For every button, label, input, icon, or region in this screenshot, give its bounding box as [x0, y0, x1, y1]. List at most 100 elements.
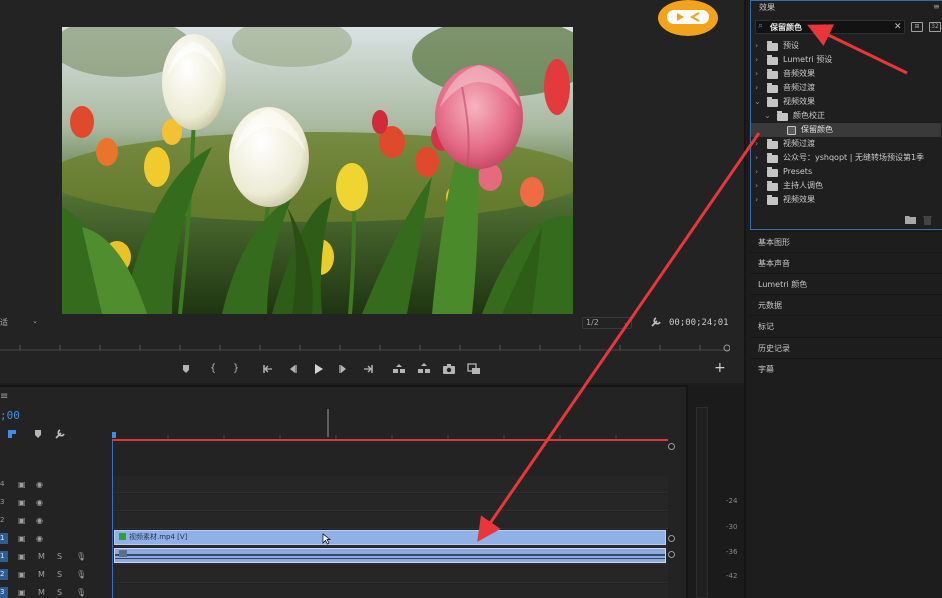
scroll-handle[interactable] [668, 551, 675, 558]
eye-icon[interactable]: ◉ [36, 515, 43, 526]
tree-item-transition-presets[interactable]: › 公众号：yshqopt | 无缝转场预设第1季 [751, 151, 941, 165]
eye-icon[interactable]: ◉ [36, 497, 43, 508]
step-back-icon[interactable] [285, 361, 301, 377]
step-forward-icon[interactable] [335, 361, 351, 377]
go-to-out-icon[interactable] [360, 361, 376, 377]
track-id-label[interactable]: 3 [0, 497, 8, 508]
film-icon[interactable]: ▣ [18, 569, 26, 580]
effects-panel-title[interactable]: 效果 [759, 2, 775, 13]
folder-icon [767, 55, 778, 65]
tree-item-host-grading[interactable]: › 主持人调色 [751, 179, 941, 193]
track-lane[interactable] [112, 512, 668, 529]
new-folder-icon[interactable] [905, 215, 916, 227]
button-editor-plus-icon[interactable]: + [714, 360, 726, 376]
track-id-label[interactable]: 1 [0, 551, 8, 562]
film-icon[interactable]: ▣ [18, 533, 26, 544]
fit-dropdown[interactable]: 适 ⌄ [0, 317, 40, 329]
tree-item-presets-en[interactable]: › Presets [751, 165, 941, 179]
solo-button[interactable]: S [57, 551, 62, 562]
camera-icon[interactable] [441, 361, 457, 377]
scroll-handle[interactable] [668, 443, 675, 450]
snap-icon[interactable] [6, 428, 18, 443]
play-icon[interactable] [310, 361, 326, 377]
go-to-in-icon[interactable] [260, 361, 276, 377]
monitor-timecode[interactable]: 00;00;24;01 [669, 318, 729, 328]
film-icon[interactable]: ▣ [18, 551, 26, 562]
32bit-effects-icon[interactable]: 32 [929, 22, 941, 32]
lift-icon[interactable] [391, 361, 407, 377]
eye-icon[interactable]: ◉ [36, 533, 43, 544]
eye-icon[interactable]: ◉ [36, 479, 43, 490]
folder-icon [767, 167, 778, 177]
microphone-icon[interactable]: 🎙 [76, 551, 86, 562]
trash-icon[interactable] [923, 215, 932, 228]
extract-icon[interactable] [416, 361, 432, 377]
tree-item-audio-effects[interactable]: › 音频效果 [751, 67, 941, 81]
timeline-ruler[interactable] [111, 407, 668, 441]
track-id-label[interactable]: 1 [0, 533, 8, 544]
playhead[interactable] [112, 441, 113, 598]
search-input-value[interactable]: 保留颜色 [770, 22, 802, 33]
microphone-icon[interactable]: 🎙 [76, 587, 86, 598]
scroll-handle[interactable] [668, 535, 675, 542]
solo-button[interactable]: S [57, 587, 62, 598]
tree-item-label: 保留颜色 [801, 125, 833, 134]
wrench-icon[interactable] [54, 428, 66, 443]
tree-item-video-effects[interactable]: ⌄ 视频效果 [751, 95, 941, 109]
tree-item-label: 预设 [783, 41, 799, 50]
mark-out-icon[interactable]: } [228, 361, 244, 377]
tree-item-video-effects-2[interactable]: › 视频效果 [751, 193, 941, 207]
tree-item-label: 音频过渡 [783, 83, 815, 92]
tree-item-lumetri-presets[interactable]: › Lumetri 预设 [751, 53, 941, 67]
tree-item-leave-color[interactable]: 保留颜色 [751, 123, 941, 137]
tab-essential-graphics[interactable]: 基本图形 [750, 231, 942, 252]
compare-view-icon[interactable] [466, 361, 482, 377]
add-marker-icon[interactable] [178, 361, 194, 377]
tab-markers[interactable]: 标记 [750, 315, 942, 336]
timeline-timecode[interactable]: ;00 [0, 409, 20, 422]
track-lane[interactable] [112, 476, 668, 493]
solo-button[interactable]: S [57, 569, 62, 580]
tab-essential-sound[interactable]: 基本声音 [750, 252, 942, 273]
folder-icon [767, 139, 778, 149]
chevron-right-icon: › [755, 139, 759, 148]
mute-button[interactable]: M [38, 587, 45, 598]
chevron-right-icon: › [755, 181, 759, 190]
accelerated-effects-icon[interactable]: ⊞ [911, 22, 923, 32]
film-icon[interactable]: ▣ [18, 479, 26, 490]
track-a3: 3 ▣ M S 🎙 [0, 584, 668, 598]
mute-button[interactable]: M [38, 569, 45, 580]
track-id-label[interactable]: 4 [0, 479, 8, 490]
film-icon[interactable]: ▣ [18, 515, 26, 526]
track-id-label[interactable]: 2 [0, 515, 8, 526]
monitor-time-ruler[interactable] [0, 342, 731, 352]
track-id-label[interactable]: 2 [0, 569, 8, 580]
tab-lumetri-color[interactable]: Lumetri 颜色 [750, 273, 942, 294]
tree-item-presets[interactable]: › 预设 [751, 39, 941, 53]
audio-clip[interactable] [114, 548, 666, 563]
panel-menu-icon[interactable]: ≡ [933, 2, 940, 11]
film-icon[interactable]: ▣ [18, 587, 26, 598]
track-lane[interactable] [112, 566, 668, 583]
hamburger-menu-icon[interactable]: ≡ [0, 391, 8, 402]
tree-item-audio-transitions[interactable]: › 音频过渡 [751, 81, 941, 95]
mark-in-icon[interactable]: { [205, 361, 221, 377]
film-icon[interactable]: ▣ [18, 497, 26, 508]
add-marker-icon[interactable] [32, 428, 44, 443]
mute-button[interactable]: M [38, 551, 45, 562]
tab-history[interactable]: 历史记录 [750, 337, 942, 358]
tree-item-video-transitions[interactable]: › 视频过渡 [751, 137, 941, 151]
tree-item-color-correction[interactable]: ⌄ 颜色校正 [751, 109, 941, 123]
track-lane[interactable] [112, 584, 668, 598]
wrench-icon[interactable] [650, 316, 662, 331]
video-clip[interactable]: 视频素材.mp4 [V] [114, 530, 666, 545]
track-id-label[interactable]: 3 [0, 587, 8, 598]
close-icon[interactable]: ✕ [894, 22, 902, 32]
effects-search-field[interactable]: ⌕ 保留颜色 [755, 20, 905, 34]
tree-item-label: 视频效果 [783, 195, 815, 204]
playback-resolution-dropdown[interactable]: 1/2 ⌄ [582, 317, 632, 329]
microphone-icon[interactable]: 🎙 [76, 569, 86, 580]
tab-captions[interactable]: 字幕 [750, 358, 942, 379]
tab-metadata[interactable]: 元数据 [750, 294, 942, 315]
track-lane[interactable] [112, 494, 668, 511]
